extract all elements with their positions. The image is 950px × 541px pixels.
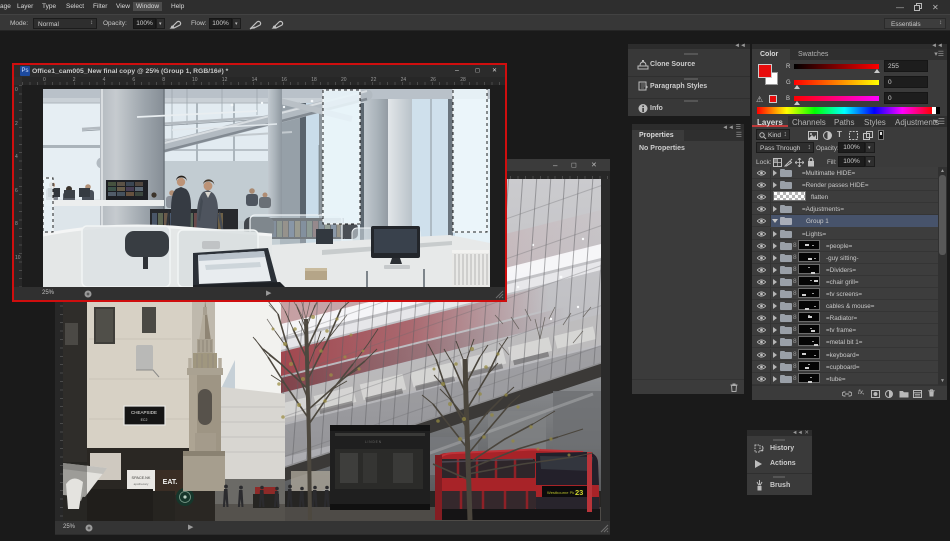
svg-text:L I N D E N: L I N D E N (365, 440, 382, 444)
svg-text:CHEAPSIDE: CHEAPSIDE (131, 410, 157, 415)
svg-text:apothecary: apothecary (134, 482, 149, 486)
svg-text:Westbourne Pk: Westbourne Pk (547, 490, 574, 495)
svg-text:EC2: EC2 (141, 418, 148, 422)
svg-text:EAT.: EAT. (163, 479, 178, 486)
svg-text:23: 23 (575, 488, 583, 497)
svg-text:SPACE.NK: SPACE.NK (132, 476, 151, 480)
